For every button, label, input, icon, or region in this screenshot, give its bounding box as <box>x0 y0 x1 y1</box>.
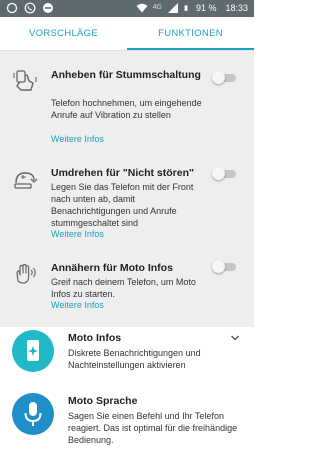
battery-level: 91 % <box>195 3 217 13</box>
approach-hand-icon <box>16 263 36 284</box>
chevron-down-icon[interactable] <box>230 333 240 343</box>
clock: 18:33 <box>225 3 248 13</box>
lift-to-silence-toggle[interactable] <box>212 71 236 84</box>
lift-phone-icon <box>13 70 37 91</box>
more-info-link[interactable]: Weitere Infos <box>51 134 104 144</box>
notification-icon <box>6 2 18 14</box>
feature-description: Greif nach deinem Telefon, um Moto Infos… <box>51 277 196 299</box>
toggle-knob <box>212 167 225 180</box>
features-panel: Anheben für Stummschaltung Telefon hochn… <box>0 51 254 327</box>
app-title: Moto Sprache <box>68 395 138 407</box>
tab-funktionen[interactable]: FUNKTIONEN <box>127 17 254 50</box>
status-bar: 4G 91 % 18:33 <box>0 0 254 17</box>
moto-display-icon <box>12 330 54 372</box>
approach-toggle[interactable] <box>212 260 236 273</box>
wifi-icon <box>136 3 148 13</box>
flip-for-dnd-toggle[interactable] <box>212 167 236 180</box>
feature-title: Annähern für Moto Infos <box>51 262 173 274</box>
feature-title: Anheben für Stummschaltung <box>51 69 201 81</box>
tab-vorschlaege[interactable]: VORSCHLÄGE <box>0 17 127 50</box>
feature-approach-moto-display: Annähern für Moto Infos Greif nach deine… <box>0 259 254 319</box>
microphone-icon <box>12 393 54 435</box>
feature-description: Telefon hochnehmen, um eingehende Anrufe… <box>51 98 202 120</box>
tab-bar: VORSCHLÄGE FUNKTIONEN <box>0 17 254 50</box>
more-info-link[interactable]: Weitere Infos <box>51 229 104 239</box>
feature-title: Umdrehen für "Nicht stören" <box>51 167 194 179</box>
app-row-moto-sprache[interactable]: Moto Sprache Sagen Sie einen Befehl und … <box>0 393 254 450</box>
network-type: 4G <box>152 4 162 11</box>
feature-flip-for-dnd: Umdrehen für "Nicht stören" Legen Sie da… <box>0 164 254 244</box>
app-row-moto-infos[interactable]: Moto Infos Diskrete Benachrichtigungen u… <box>0 330 254 382</box>
app-description: Sagen Sie einen Befehl und Ihr Telefon r… <box>68 411 238 445</box>
feature-description: Legen Sie das Telefon mit der Front nach… <box>51 182 194 228</box>
app-description: Diskrete Benachrichtigungen und Nachtein… <box>68 348 201 370</box>
battery-icon <box>184 5 188 11</box>
signal-icon <box>167 3 178 13</box>
whatsapp-icon <box>24 2 36 14</box>
more-info-link[interactable]: Weitere Infos <box>51 300 104 310</box>
toggle-knob <box>212 260 225 273</box>
block-icon <box>43 3 53 13</box>
feature-lift-to-silence: Anheben für Stummschaltung Telefon hochn… <box>0 66 254 146</box>
app-title: Moto Infos <box>68 332 122 344</box>
flip-phone-icon <box>14 172 38 189</box>
toggle-knob <box>212 71 225 84</box>
